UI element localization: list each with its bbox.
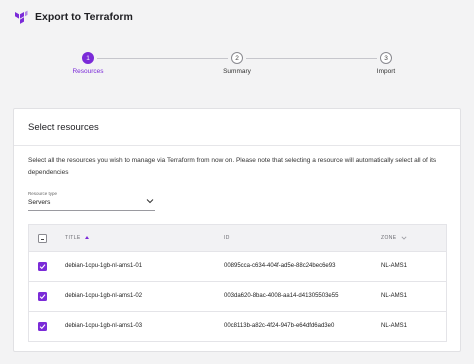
sort-chevron-icon[interactable] — [401, 236, 407, 240]
row-title: debian-1cpu-1gb-nl-ams1-02 — [65, 293, 143, 299]
column-header-zone[interactable]: ZONE — [381, 235, 407, 241]
row-checkbox[interactable] — [38, 322, 47, 331]
progress-stepper: 1 Resources 2 Summary 3 Import — [0, 46, 474, 80]
step-2-label[interactable]: Summary — [223, 68, 251, 75]
row-zone: NL-AMS1 — [381, 263, 408, 269]
table-header: TITLE ID ZONE — [28, 224, 447, 252]
resources-table: TITLE ID ZONE debian-1cpu-1gb-nl-ams1-01… — [28, 224, 447, 342]
resource-type-value[interactable]: Servers — [28, 199, 50, 206]
checkmark-icon — [39, 294, 46, 300]
row-zone: NL-AMS1 — [381, 323, 408, 329]
row-id: 00895cca-c634-404f-ad5e-88c24bec6e93 — [224, 263, 336, 269]
step-2-indicator[interactable]: 2 — [231, 52, 243, 64]
card-title: Select resources — [28, 122, 99, 133]
page-header: Export to Terraform — [0, 0, 474, 38]
column-header-id: ID — [224, 235, 230, 241]
table-row[interactable]: debian-1cpu-1gb-nl-ams1-03 00c8113b-a82c… — [28, 312, 447, 342]
row-checkbox[interactable] — [38, 262, 47, 271]
row-checkbox[interactable] — [38, 292, 47, 301]
divider — [14, 145, 460, 146]
row-title: debian-1cpu-1gb-nl-ams1-01 — [65, 263, 143, 269]
stepper-connector — [246, 58, 377, 59]
row-id: 003da620-8bac-4008-aa14-d41305503e55 — [224, 293, 339, 299]
checkmark-icon — [39, 324, 46, 330]
table-row[interactable]: debian-1cpu-1gb-nl-ams1-01 00895cca-c634… — [28, 252, 447, 282]
table-row[interactable]: debian-1cpu-1gb-nl-ams1-02 003da620-8bac… — [28, 282, 447, 312]
row-title: debian-1cpu-1gb-nl-ams1-03 — [65, 323, 143, 329]
column-zone-label: ZONE — [381, 235, 397, 241]
step-3-label[interactable]: Import — [377, 68, 395, 75]
card-description: Select all the resources you wish to man… — [28, 157, 437, 176]
row-zone: NL-AMS1 — [381, 293, 408, 299]
column-header-title[interactable]: TITLE — [65, 235, 89, 241]
page-title: Export to Terraform — [35, 11, 133, 23]
select-all-checkbox[interactable] — [38, 234, 47, 243]
step-1-indicator[interactable]: 1 — [82, 52, 94, 64]
terraform-logo-icon — [15, 10, 28, 24]
resource-type-select[interactable]: Resource type Servers — [28, 191, 155, 213]
step-1-label[interactable]: Resources — [72, 68, 103, 75]
step-3-indicator[interactable]: 3 — [380, 52, 392, 64]
select-resources-card: Select resources Select all the resource… — [13, 108, 461, 352]
select-underline — [28, 210, 155, 211]
chevron-down-icon[interactable] — [146, 198, 154, 204]
sort-ascending-icon[interactable] — [84, 236, 89, 240]
row-id: 00c8113b-a82c-4f24-947b-e64dfd6ad3e0 — [224, 323, 335, 329]
column-title-label: TITLE — [65, 235, 81, 241]
resource-type-label: Resource type — [28, 191, 58, 196]
stepper-connector — [97, 58, 228, 59]
checkmark-icon — [39, 264, 46, 270]
